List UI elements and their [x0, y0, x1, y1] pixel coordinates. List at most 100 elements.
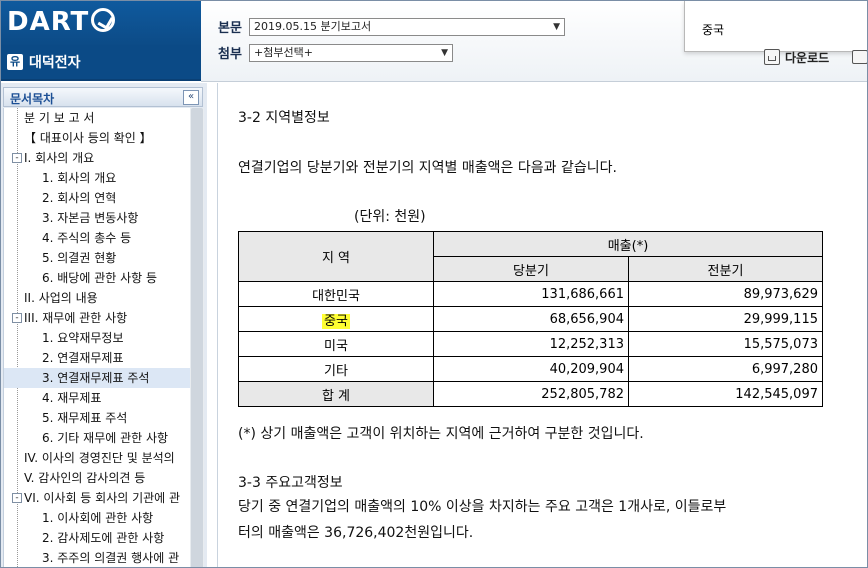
- toc-item-label: 2. 감사제도에 관한 사항: [42, 531, 165, 545]
- tree-toggle-icon[interactable]: -: [12, 153, 22, 163]
- toc-item[interactable]: 1. 이사회에 관한 사항: [4, 508, 190, 528]
- toc-item[interactable]: 5. 의결권 현황: [4, 248, 190, 268]
- toc-item[interactable]: 5. 재무제표 주석: [4, 408, 190, 428]
- toc-item-label: VI. 이사회 등 회사의 기관에 관: [24, 491, 181, 505]
- toc-item[interactable]: 1. 회사의 개요: [4, 168, 190, 188]
- toc-item[interactable]: 2. 감사제도에 관한 사항: [4, 528, 190, 548]
- toc-item-label: II. 사업의 내용: [24, 291, 98, 305]
- toc-item[interactable]: - VI. 이사회 등 회사의 기관에 관: [4, 488, 190, 508]
- document-pane: 3-2 지역별정보 연결기업의 당분기와 전분기의 지역별 매출액은 다음과 같…: [217, 83, 867, 567]
- region-cell: 중국: [238, 306, 434, 332]
- tree-toggle-icon[interactable]: -: [12, 493, 22, 503]
- scroll-thumb[interactable]: [191, 108, 203, 567]
- tree-toggle-icon[interactable]: -: [12, 313, 22, 323]
- toc-item-label: 3. 연결재무제표 주석: [42, 371, 150, 385]
- toc-item[interactable]: II. 사업의 내용: [4, 288, 190, 308]
- dart-logo[interactable]: DART: [7, 7, 116, 37]
- toc-item[interactable]: 3. 주주의 의결권 행사에 관: [4, 548, 190, 567]
- toc-item-label: 3. 주주의 의결권 행사에 관: [42, 551, 180, 565]
- current-quarter-cell: 12,252,313: [433, 331, 629, 357]
- company-name: 대덕전자: [29, 55, 81, 71]
- prior-quarter-cell: 142,545,097: [628, 381, 823, 407]
- table-footnote: (*) 상기 매출액은 고객이 위치하는 지역에 근거하여 구분한 것입니다.: [238, 426, 644, 442]
- toc-item[interactable]: 1. 요약재무정보: [4, 328, 190, 348]
- download-button[interactable]: 다운로드: [764, 48, 829, 66]
- toc-item-label: I. 회사의 개요: [24, 151, 95, 165]
- main-doc-select-value: 2019.05.15 분기보고서: [254, 20, 372, 33]
- table-row: 미국 12,252,313 15,575,073: [238, 331, 823, 357]
- toc-item-label: 2. 회사의 연혁: [42, 191, 117, 205]
- download-icon: [764, 49, 780, 65]
- sales-header: 매출(*): [433, 231, 823, 257]
- section-title-3-3: 3-3 주요고객정보: [238, 475, 343, 491]
- toc-item-label: 1. 요약재무정보: [42, 331, 124, 345]
- toc-item-label: 3. 자본금 변동사항: [42, 211, 139, 225]
- toc-item-label: 분 기 보 고 서: [24, 111, 95, 125]
- toc-item[interactable]: V. 감사인의 감사의견 등: [4, 468, 190, 488]
- download-label: 다운로드: [785, 50, 830, 65]
- toc-item-label: 1. 회사의 개요: [42, 171, 117, 185]
- toc-item[interactable]: 【 대표이사 등의 확인 】: [4, 128, 190, 148]
- toc-item[interactable]: IV. 이사의 경영진단 및 분석의: [4, 448, 190, 468]
- toc-item[interactable]: - III. 재무에 관한 사항: [4, 308, 190, 328]
- toc-item[interactable]: 2. 회사의 연혁: [4, 188, 190, 208]
- toc-item-label: 1. 이사회에 관한 사항: [42, 511, 154, 525]
- sales-table-body: 대한민국 131,686,661 89,973,629 중국 68,656,904 29,…: [238, 281, 823, 407]
- unit-label: (단위: 천원): [354, 209, 426, 225]
- region-cell: 기타: [238, 356, 434, 382]
- region-intro-text: 연결기업의 당분기와 전분기의 지역별 매출액은 다음과 같습니다.: [238, 160, 617, 176]
- toc-item-label: 【 대표이사 등의 확인 】: [24, 131, 152, 145]
- regional-sales-table: 지 역 매출(*) 당분기 전분기 대한민국 131,686,661 89,973,…: [238, 231, 823, 407]
- main-doc-label: 본문: [218, 21, 242, 36]
- customer-info-line-2: 터의 매출액은 36,726,402천원입니다.: [238, 525, 474, 541]
- current-quarter-cell: 40,209,904: [433, 356, 629, 382]
- attach-select[interactable]: +첨부선택+ ▼: [249, 44, 453, 62]
- region-text: 미국: [324, 338, 348, 354]
- toc-item[interactable]: - I. 회사의 개요: [4, 148, 190, 168]
- search-popup[interactable]: 중국: [684, 1, 867, 52]
- collapse-sidebar-button[interactable]: «: [183, 90, 199, 105]
- table-row: 대한민국 131,686,661 89,973,629: [238, 281, 823, 307]
- region-text: 대한민국: [312, 288, 360, 304]
- current-quarter-cell: 68,656,904: [433, 306, 629, 332]
- prior-quarter-cell: 29,999,115: [628, 306, 823, 332]
- region-cell: 대한민국: [238, 281, 434, 307]
- toc-item-label: 6. 배당에 관한 사항 등: [42, 271, 158, 285]
- prior-quarter-cell: 6,997,280: [628, 356, 823, 382]
- toc-scrollbar[interactable]: [190, 108, 204, 567]
- company-bar: 유 대덕전자: [1, 45, 201, 79]
- dart-viewer-window: DART 유 대덕전자 본문 2019.05.15 분기보고서 ▼ 첨부 +첨부…: [0, 0, 868, 568]
- toc-item[interactable]: 분 기 보 고 서: [4, 108, 190, 128]
- toc-item-label: IV. 이사의 경영진단 및 분석의: [24, 451, 175, 465]
- toc-item-label: V. 감사인의 감사의견 등: [24, 471, 146, 485]
- company-badge-icon: 유: [7, 54, 23, 70]
- toc-item[interactable]: 4. 주식의 총수 등: [4, 228, 190, 248]
- current-quarter-cell: 252,805,782: [433, 381, 629, 407]
- region-header: 지 역: [238, 231, 434, 282]
- toc-item[interactable]: 2. 연결재무제표: [4, 348, 190, 368]
- toc-tree: 분 기 보 고 서 【 대표이사 등의 확인 】 - I. 회사의 개요 1. 회사의 …: [3, 108, 190, 567]
- toc-item-label: 2. 연결재무제표: [42, 351, 124, 365]
- customer-info-line-1: 당기 중 연결기업의 매출액의 10% 이상을 차지하는 주요 고객은 1개사로…: [238, 499, 727, 515]
- main-doc-select[interactable]: 2019.05.15 분기보고서 ▼: [249, 18, 565, 36]
- table-row: 기타 40,209,904 6,997,280: [238, 356, 823, 382]
- prior-quarter-header: 전분기: [628, 256, 823, 282]
- highlighted-region-text: 중국: [322, 313, 350, 329]
- current-quarter-header: 당분기: [433, 256, 629, 282]
- chevron-down-icon: ▼: [553, 22, 560, 32]
- table-row: 중국 68,656,904 29,999,115: [238, 306, 823, 332]
- toc-item[interactable]: 6. 배당에 관한 사항 등: [4, 268, 190, 288]
- toc-item[interactable]: 6. 기타 재무에 관한 사항: [4, 428, 190, 448]
- region-cell: 미국: [238, 331, 434, 357]
- attach-label: 첨부: [218, 47, 242, 62]
- toc-item[interactable]: 4. 재무제표: [4, 388, 190, 408]
- region-cell: 합 계: [238, 381, 434, 407]
- toc-item-label: III. 재무에 관한 사항: [24, 311, 128, 325]
- toc-item[interactable]: 3. 자본금 변동사항: [4, 208, 190, 228]
- toc-sidebar: 문서목차 « 분 기 보 고 서 【 대표이사 등의 확인 】 - I. 회사의 개요…: [1, 83, 207, 567]
- toc-item[interactable]: 3. 연결재무제표 주석: [4, 368, 190, 388]
- chevron-down-icon: ▼: [441, 48, 448, 58]
- print-icon[interactable]: [852, 50, 867, 64]
- prior-quarter-cell: 89,973,629: [628, 281, 823, 307]
- toc-item-label: 5. 의결권 현황: [42, 251, 117, 265]
